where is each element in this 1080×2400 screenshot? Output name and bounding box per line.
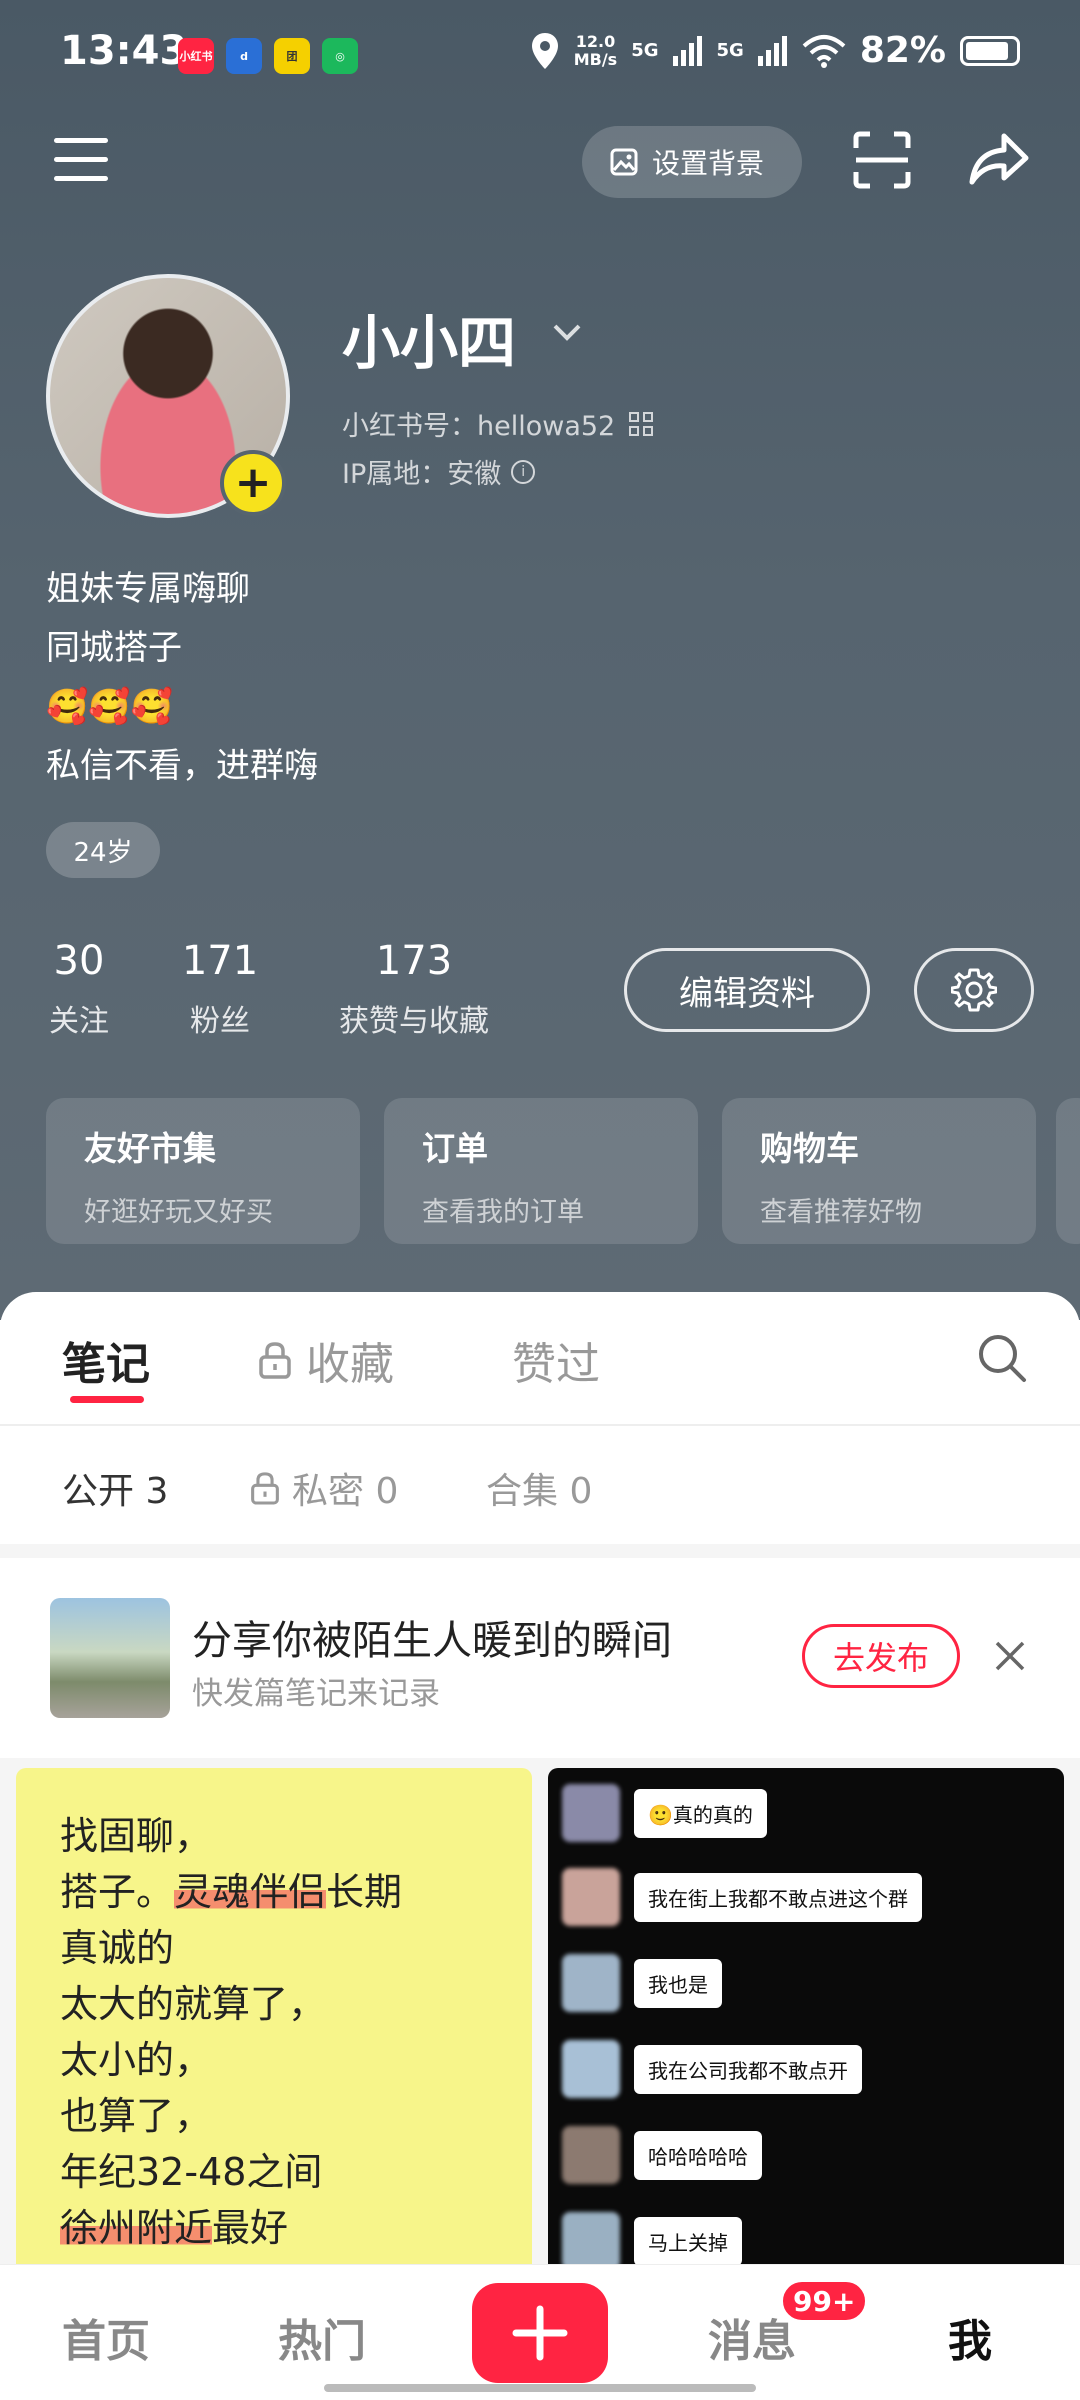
avatar — [562, 2212, 620, 2270]
chevron-down-icon[interactable] — [552, 322, 582, 344]
app-icon: d — [226, 38, 262, 74]
nav-home[interactable]: 首页 — [62, 2305, 150, 2369]
xiaohongshu-app-icon: 小红书 — [178, 38, 214, 74]
nickname: 小小四 — [342, 309, 517, 377]
subtab-public[interactable]: 公开 3 — [62, 1462, 168, 1514]
notification-icons: 小红书 d 团 ◎ — [178, 38, 358, 74]
status-indicators: 12.0 MB/s 5G 5G 82% — [530, 30, 1020, 71]
nav-me[interactable]: 我 — [948, 2305, 992, 2369]
publish-button[interactable]: 去发布 — [802, 1624, 960, 1688]
chat-message: 我在公司我都不敢点开 — [562, 2040, 862, 2098]
card-cart[interactable]: 购物车 查看推荐好物 — [722, 1098, 1036, 1244]
age-tag: 24岁 — [46, 822, 160, 878]
avatar — [562, 2126, 620, 2184]
card-market[interactable]: 友好市集 好逛好玩又好买 — [46, 1098, 360, 1244]
nav-hot[interactable]: 热门 — [278, 2305, 366, 2369]
content-sheet: 笔记 收藏 赞过 公开 3 私密 0 合集 0 分享你被陌生人暖到的瞬间 快发篇… — [0, 1292, 1080, 2400]
home-indicator — [324, 2384, 756, 2392]
plus-icon — [512, 2305, 568, 2361]
add-avatar-icon[interactable]: + — [220, 450, 286, 516]
lock-icon — [259, 1342, 291, 1379]
info-icon[interactable]: i — [511, 459, 536, 484]
chat-message: 🙂真的真的 — [562, 1784, 767, 1842]
gear-icon — [951, 968, 997, 1012]
lock-icon — [251, 1472, 279, 1505]
tab-notes[interactable]: 笔记 — [62, 1328, 150, 1392]
bio: 姐妹专属嗨聊 同城搭子 🥰🥰🥰 私信不看，进群嗨 — [46, 569, 318, 786]
card-more[interactable] — [1056, 1098, 1080, 1244]
tab-indicator — [70, 1396, 144, 1403]
messages-badge: 99+ — [780, 2279, 869, 2323]
avatar — [562, 2040, 620, 2098]
nav-messages[interactable]: 消息 — [708, 2305, 796, 2369]
wifi-icon — [802, 34, 846, 68]
bottom-nav: 首页 热门 消息 99+ 我 — [0, 2264, 1080, 2400]
promo-thumbnail — [50, 1598, 170, 1718]
scan-icon[interactable] — [852, 130, 912, 190]
stat-likes-collects[interactable]: 173 获赞与收藏 — [330, 938, 498, 1040]
ip-location: IP属地：安徽 i — [342, 452, 536, 491]
chat-message: 马上关掉 — [562, 2212, 742, 2270]
app-icon: ◎ — [322, 38, 358, 74]
battery-icon — [960, 35, 1020, 66]
signal-5g-icon: 5G — [716, 40, 744, 61]
chat-message: 我也是 — [562, 1954, 722, 2012]
promo-subtitle: 快发篇笔记来记录 — [192, 1676, 440, 1712]
battery-percent: 82% — [859, 30, 946, 71]
tab-collections[interactable]: 收藏 — [258, 1328, 394, 1392]
avatar — [562, 1954, 620, 2012]
app-icon: 团 — [274, 38, 310, 74]
shortcut-cards: 友好市集 好逛好玩又好买 订单 查看我的订单 购物车 查看推荐好物 — [46, 1098, 1036, 1244]
search-icon[interactable] — [976, 1332, 1028, 1384]
location-icon — [531, 32, 558, 69]
net-speed: 12.0 MB/s — [573, 31, 618, 69]
subtab-private[interactable]: 私密 0 — [250, 1462, 398, 1514]
stat-followers[interactable]: 171 粉丝 — [180, 938, 260, 1040]
chat-message: 我在街上我都不敢点进这个群 — [562, 1868, 922, 1926]
status-time: 13:43 — [60, 28, 188, 74]
signal-bars-icon — [672, 35, 702, 66]
set-background-button[interactable]: 设置背景 — [582, 126, 802, 198]
red-id: 小红书号：hellowa52 — [342, 404, 654, 443]
menu-icon[interactable] — [54, 138, 108, 182]
close-icon[interactable] — [992, 1638, 1028, 1674]
chat-message: 哈哈哈哈哈 — [562, 2126, 762, 2184]
share-icon[interactable] — [966, 128, 1030, 188]
image-icon — [610, 148, 638, 176]
signal-bars-icon — [757, 35, 787, 66]
subtab-albums[interactable]: 合集 0 — [486, 1462, 592, 1514]
avatar — [562, 1868, 620, 1926]
card-orders[interactable]: 订单 查看我的订单 — [384, 1098, 698, 1244]
qr-code-icon[interactable] — [629, 411, 654, 436]
promo-banner: 分享你被陌生人暖到的瞬间 快发篇笔记来记录 去发布 — [16, 1564, 1064, 1752]
stat-following[interactable]: 30 关注 — [46, 938, 112, 1040]
settings-button[interactable] — [914, 948, 1034, 1032]
divider — [0, 1544, 1080, 1558]
promo-title: 分享你被陌生人暖到的瞬间 — [192, 1618, 672, 1664]
create-post-button[interactable] — [472, 2283, 608, 2383]
avatar — [562, 1784, 620, 1842]
divider — [0, 1424, 1080, 1426]
edit-profile-button[interactable]: 编辑资料 — [624, 948, 870, 1032]
tab-liked[interactable]: 赞过 — [512, 1328, 600, 1392]
status-bar: 13:43 小红书 d 团 ◎ 12.0 MB/s 5G 5G 82% — [0, 0, 1080, 110]
signal-5g-icon: 5G — [631, 40, 659, 61]
